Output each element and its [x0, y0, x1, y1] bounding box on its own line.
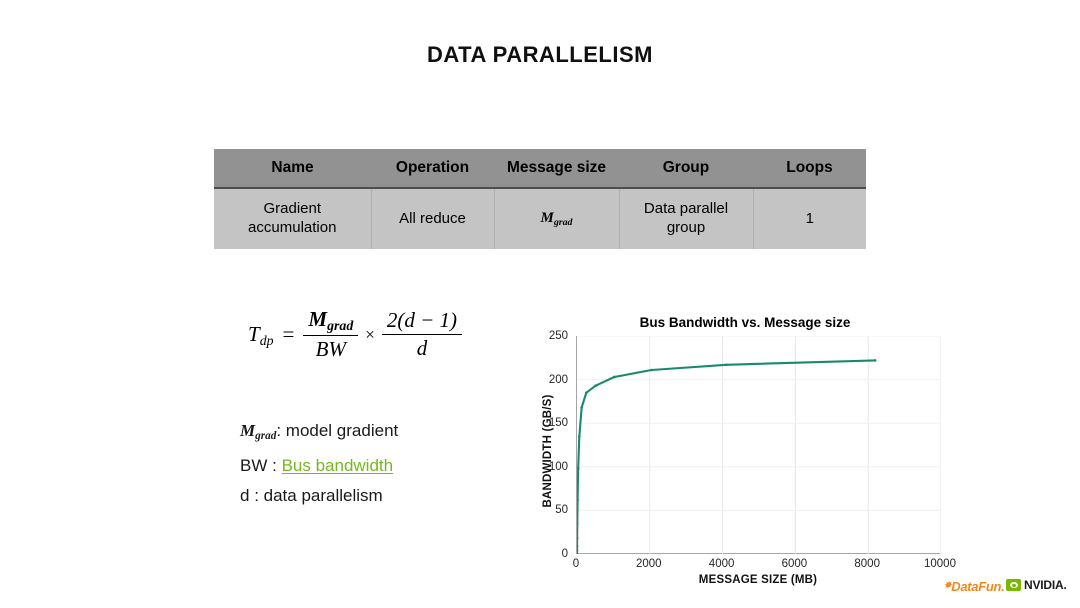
column-header-message-size: Message size	[494, 149, 619, 189]
column-header-name: Name	[214, 149, 371, 189]
column-header-group: Group	[619, 149, 753, 189]
bandwidth-series-markers	[577, 359, 877, 554]
message-size-symbol: M	[540, 209, 554, 226]
bus-bandwidth-link[interactable]: Bus bandwidth	[282, 456, 394, 475]
fraction-two-denominator: d	[416, 336, 428, 361]
table-header-row: Name Operation Message size Group Loops	[214, 149, 866, 189]
formula-equals: =	[282, 322, 295, 347]
cell-loops: 1	[752, 188, 866, 249]
footer-logos: ✸DataFun. NVIDIA.	[944, 576, 1074, 596]
page-title: DATA PARALLELISM	[427, 42, 653, 67]
chart-title: Bus Bandwidth vs. Message size	[639, 315, 851, 330]
formula-fraction-two: 2(d − 1) d	[381, 308, 463, 361]
y-axis-label: BANDWIDTH (GB/S)	[542, 394, 554, 508]
column-header-loops: Loops	[753, 149, 866, 189]
datafun-logo: ✸DataFun.	[944, 579, 1005, 594]
fraction-one-denominator: BW	[315, 337, 346, 362]
formula-fraction-one: Mgrad BW	[303, 307, 359, 362]
time-formula: Tdp = Mgrad BW × 2(d − 1) d	[248, 307, 463, 362]
formula-multiply-icon: ×	[365, 324, 375, 344]
parameters-table: Name Operation Message size Group Loops …	[214, 149, 866, 249]
cell-group: Data parallel group	[618, 188, 753, 249]
x-tick-label: 8000	[854, 558, 880, 570]
y-tick-label: 250	[548, 330, 568, 342]
definition-m-grad: Mgrad: model gradient	[240, 421, 399, 443]
definition-bw: BW : Bus bandwidth	[240, 456, 394, 476]
message-size-subscript: grad	[553, 216, 573, 228]
bandwidth-series-line	[577, 359, 877, 554]
x-tick-label: 0	[572, 558, 580, 570]
column-header-operation: Operation	[371, 149, 494, 189]
cell-operation: All reduce	[370, 188, 494, 249]
definition-d-desc: data parallelism	[263, 486, 383, 506]
definition-m-grad-desc: model gradient	[285, 421, 399, 440]
x-tick-label: 2000	[636, 558, 662, 570]
chart-svg	[577, 336, 941, 554]
nvidia-logo: NVIDIA.	[1006, 577, 1067, 593]
x-tick-label: 10000	[924, 558, 956, 570]
x-axis-label: MESSAGE SIZE (MB)	[698, 574, 818, 586]
fraction-one-numerator: Mgrad	[303, 307, 359, 337]
definition-d: d : data parallelism	[240, 486, 383, 506]
cell-message-size: Mgrad	[493, 188, 619, 249]
x-tick-label: 6000	[781, 558, 808, 570]
vertical-gridlines	[649, 336, 941, 554]
table-row: Gradient accumulation All reduce Mgrad D…	[214, 188, 866, 249]
fraction-two-numerator: 2(d − 1)	[381, 308, 463, 336]
bandwidth-chart: Bus Bandwidth vs. Message size 0 50 100 150…	[520, 310, 970, 595]
x-tick-label: 4000	[708, 558, 735, 570]
symbol-definitions: Mgrad: model gradient BW : Bus bandwidth…	[240, 416, 398, 511]
nvidia-eye-icon	[1006, 579, 1021, 591]
horizontal-gridlines	[577, 336, 941, 511]
cell-name: Gradient accumulation	[214, 188, 371, 249]
formula-lhs: Tdp	[248, 321, 274, 348]
chart-plot-area	[576, 336, 941, 554]
